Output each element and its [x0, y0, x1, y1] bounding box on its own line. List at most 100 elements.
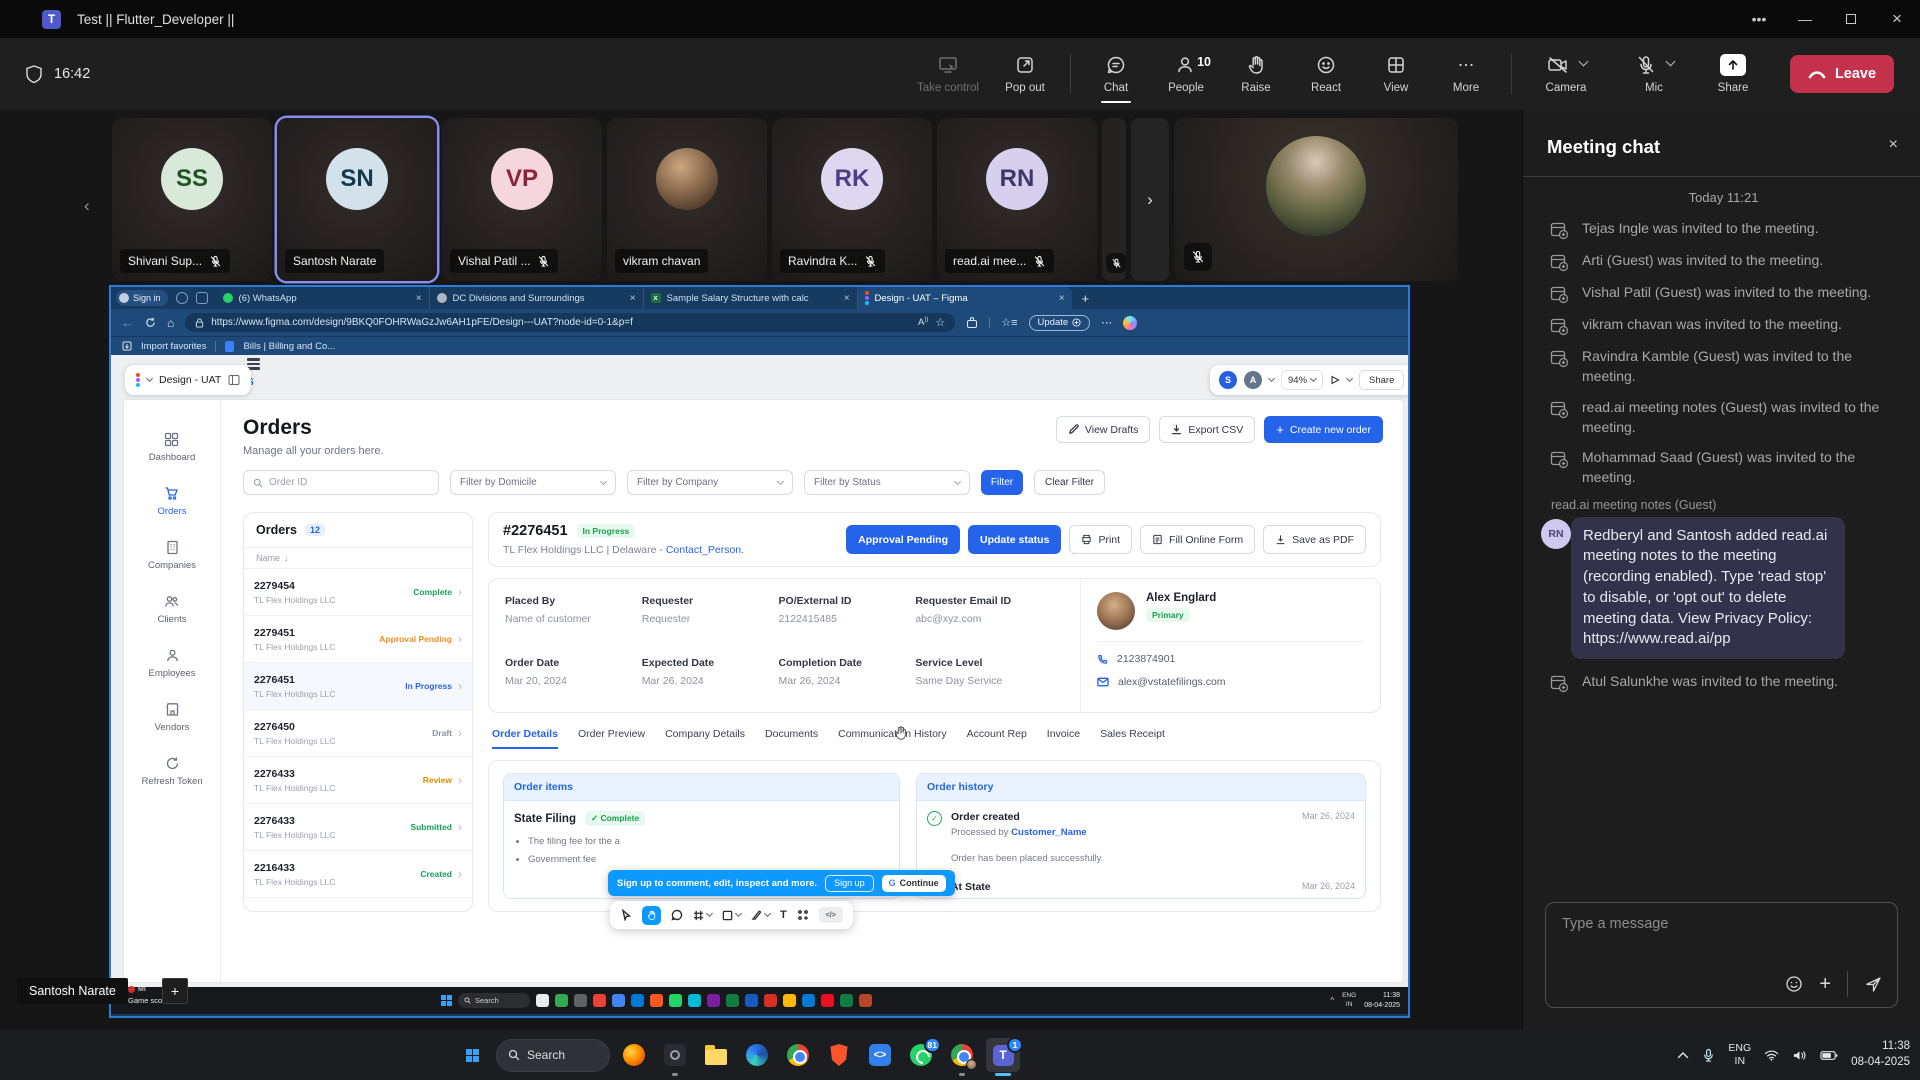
file-explorer-icon[interactable] [699, 1038, 733, 1072]
participants-scroll-left-icon[interactable]: ‹ [84, 196, 90, 216]
view-button[interactable]: View [1363, 43, 1429, 105]
taskbar-search[interactable]: Search [496, 1039, 610, 1072]
chrome-icon[interactable] [781, 1038, 815, 1072]
shared-app-icon[interactable] [764, 994, 777, 1007]
maximize-button[interactable] [1828, 0, 1874, 38]
raise-hand-button[interactable]: Raise [1223, 43, 1289, 105]
language-indicator[interactable]: ENGIN [1728, 1042, 1751, 1067]
shared-start-icon[interactable] [441, 995, 452, 1006]
comment-tool-icon[interactable] [671, 909, 683, 921]
window-menu-icon[interactable]: ••• [1736, 0, 1782, 38]
create-new-order-button[interactable]: + Create new order [1264, 416, 1383, 443]
order-row[interactable]: 2276433 TL Flex Holdings LLC Submitted › [244, 804, 472, 851]
filter-button[interactable]: Filter [981, 470, 1023, 495]
print-button[interactable]: Print [1069, 525, 1132, 554]
figma-share-button[interactable]: Share [1359, 370, 1404, 390]
shared-language[interactable]: ENGIN [1342, 992, 1356, 1008]
fill-online-form-button[interactable]: Fill Online Form [1140, 525, 1255, 554]
pop-out-button[interactable]: Pop out [992, 43, 1058, 105]
shared-app-icon[interactable] [688, 994, 701, 1007]
brave-icon[interactable] [822, 1038, 856, 1072]
dark-app-icon[interactable] [658, 1038, 692, 1072]
participant-tile[interactable]: vikram chavan [607, 118, 767, 281]
browser-tab-active[interactable]: Design - UAT – Figma× [858, 287, 1072, 309]
hand-tool-active[interactable] [642, 906, 661, 925]
shared-app-icon[interactable] [707, 994, 720, 1007]
camera-button[interactable]: Camera [1524, 43, 1608, 105]
shared-app-icon[interactable] [840, 994, 853, 1007]
move-tool-icon[interactable] [620, 909, 632, 921]
url-bar[interactable]: https://www.figma.com/design/9BKQ0FOHRWa… [185, 313, 955, 332]
minimize-button[interactable]: — [1782, 0, 1828, 38]
update-status-button[interactable]: Update status [968, 525, 1061, 554]
participant-tile[interactable]: RK Ravindra K... [772, 118, 932, 281]
order-row[interactable]: 2279451 TL Flex Holdings LLC Approval Pe… [244, 616, 472, 663]
contact-person-link[interactable]: Contact_Person. [666, 544, 744, 556]
participant-tile[interactable]: SS Shivani Sup... [112, 118, 272, 281]
chrome-profile-icon[interactable] [945, 1038, 979, 1072]
close-button[interactable]: × [1874, 0, 1920, 38]
shared-app-icon[interactable] [612, 994, 625, 1007]
filter-company-select[interactable]: Filter by Company [627, 470, 793, 495]
sidebar-item-employees[interactable]: Employees [149, 648, 196, 679]
filter-domicile-select[interactable]: Filter by Domicile [450, 470, 616, 495]
emoji-icon[interactable] [1785, 975, 1803, 993]
text-tool[interactable]: T [780, 909, 787, 921]
zoom-control[interactable]: 94% [1281, 370, 1323, 390]
doc-menu-chevron[interactable] [146, 375, 153, 382]
read-aloud-icon[interactable]: A)) [918, 317, 928, 328]
code-app-icon[interactable]: <> [863, 1038, 897, 1072]
shared-app-icon[interactable] [631, 994, 644, 1007]
collaborator-avatar[interactable]: A [1244, 371, 1262, 389]
sidebar-item-vendors[interactable]: Vendors [155, 702, 190, 733]
figma-doc-pill[interactable]: Design - UAT [125, 365, 251, 395]
sidebar-item-companies[interactable]: Companies [148, 540, 196, 571]
tab-close-icon[interactable]: × [1059, 293, 1065, 304]
sign-up-button[interactable]: Sign up [825, 875, 874, 892]
chat-message-input[interactable]: Type a message + [1545, 902, 1898, 1008]
filter-status-select[interactable]: Filter by Status [804, 470, 970, 495]
volume-icon[interactable] [1792, 1049, 1807, 1062]
react-button[interactable]: React [1293, 43, 1359, 105]
present-icon[interactable] [1330, 375, 1340, 385]
shared-app-icon[interactable] [726, 994, 739, 1007]
firefox-icon[interactable] [617, 1038, 651, 1072]
dev-mode-toggle[interactable]: </> [819, 907, 843, 923]
detail-tab[interactable]: Documents [765, 728, 818, 749]
participant-tile[interactable]: SN Santosh Narate [277, 118, 437, 281]
start-button[interactable] [455, 1038, 489, 1072]
participant-tile[interactable]: RN read.ai mee... [937, 118, 1097, 281]
new-tab-button[interactable]: + [1082, 291, 1090, 306]
collaborator-avatar[interactable]: S [1219, 371, 1237, 389]
shared-tray-chevron[interactable]: ^ [1330, 996, 1334, 1005]
export-csv-button[interactable]: Export CSV [1159, 416, 1255, 443]
contact-email[interactable]: alex@vstatefilings.com [1118, 676, 1226, 688]
close-chat-icon[interactable]: × [1889, 136, 1898, 154]
order-id-search-input[interactable]: Order ID [243, 470, 439, 495]
clock[interactable]: 11:3808-04-2025 [1851, 1039, 1910, 1070]
teams-icon[interactable]: T 1 [986, 1038, 1020, 1072]
tray-chevron-icon[interactable] [1677, 1051, 1689, 1059]
order-row[interactable]: 2279454 TL Flex Holdings LLC Complete › [244, 569, 472, 616]
tab-close-icon[interactable]: × [630, 293, 636, 304]
shared-app-icon[interactable] [536, 994, 549, 1007]
shared-app-icon[interactable] [802, 994, 815, 1007]
approval-pending-button[interactable]: Approval Pending [846, 525, 960, 554]
layout-icon[interactable] [228, 374, 240, 386]
detail-tab[interactable]: Order Preview [578, 728, 645, 749]
camera-options-chevron[interactable] [1578, 56, 1588, 66]
battery-icon[interactable] [1820, 1050, 1838, 1061]
detail-tab[interactable]: Account Rep [967, 728, 1027, 749]
contact-phone[interactable]: 2123874901 [1117, 653, 1175, 665]
clear-filter-button[interactable]: Clear Filter [1034, 470, 1105, 495]
actions-tool[interactable] [797, 909, 809, 921]
order-row[interactable]: 2276450 TL Flex Holdings LLC Draft › [244, 710, 472, 757]
share-button[interactable]: Share [1700, 43, 1766, 105]
attach-plus-icon[interactable]: + [1819, 973, 1831, 996]
detail-tab[interactable]: Invoice [1047, 728, 1080, 749]
shape-tool[interactable] [722, 910, 741, 921]
mic-options-chevron[interactable] [1665, 56, 1675, 66]
orders-name-column[interactable]: Name↓ [244, 547, 472, 569]
favorite-star-icon[interactable]: ☆ [935, 316, 945, 329]
people-button[interactable]: 10 People [1153, 43, 1219, 105]
